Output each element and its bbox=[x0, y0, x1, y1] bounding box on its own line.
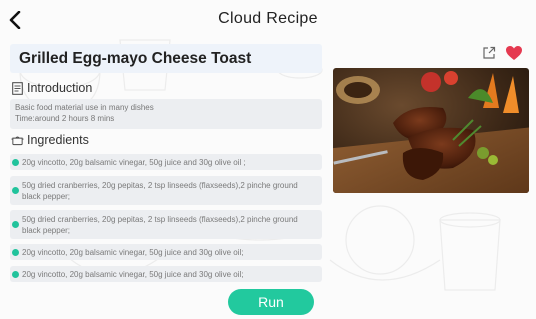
run-button[interactable]: Run bbox=[228, 289, 314, 315]
ingredient-item: 20g vincotto, 20g balsamic vinegar, 50g … bbox=[10, 266, 322, 282]
ingredients-heading: Ingredients bbox=[11, 132, 89, 148]
introduction-text: Basic food material use in many dishes T… bbox=[10, 99, 322, 129]
recipe-title: Grilled Egg-mayo Cheese Toast bbox=[10, 44, 322, 73]
bullet-icon bbox=[12, 221, 19, 228]
bullet-icon bbox=[12, 158, 19, 166]
heart-icon bbox=[506, 46, 522, 60]
ingredients-label: Ingredients bbox=[27, 133, 89, 147]
ingredient-item: 20g vincotto, 20g balsamic vinegar, 50g … bbox=[10, 154, 322, 170]
introduction-line: Basic food material use in many dishes bbox=[15, 103, 154, 112]
introduction-line: Time:around 2 hours 8 mins bbox=[15, 114, 115, 123]
ingredient-item: 50g dried cranberries, 20g pepitas, 2 ts… bbox=[10, 176, 322, 205]
introduction-heading: Introduction bbox=[11, 80, 92, 96]
share-button[interactable] bbox=[482, 46, 496, 60]
share-icon bbox=[483, 46, 496, 59]
ingredient-text: 50g dried cranberries, 20g pepitas, 2 ts… bbox=[22, 214, 298, 235]
ingredient-item: 20g vincotto, 20g balsamic vinegar, 50g … bbox=[10, 244, 322, 260]
ingredient-text: 20g vincotto, 20g balsamic vinegar, 50g … bbox=[22, 157, 246, 167]
pot-icon bbox=[11, 134, 24, 147]
introduction-label: Introduction bbox=[27, 81, 93, 95]
bullet-icon bbox=[12, 248, 19, 256]
page-title: Cloud Recipe bbox=[218, 10, 318, 27]
bullet-icon bbox=[12, 270, 19, 278]
ingredient-text: 20g vincotto, 20g balsamic vinegar, 50g … bbox=[22, 247, 244, 257]
document-icon bbox=[11, 81, 24, 95]
favorite-button[interactable] bbox=[505, 45, 523, 61]
bullet-icon bbox=[12, 187, 19, 194]
ingredient-text: 50g dried cranberries, 20g pepitas, 2 ts… bbox=[22, 180, 298, 201]
ingredient-item: 50g dried cranberries, 20g pepitas, 2 ts… bbox=[10, 210, 322, 239]
recipe-photo bbox=[333, 68, 529, 193]
ingredient-text: 20g vincotto, 20g balsamic vinegar, 50g … bbox=[22, 269, 244, 279]
